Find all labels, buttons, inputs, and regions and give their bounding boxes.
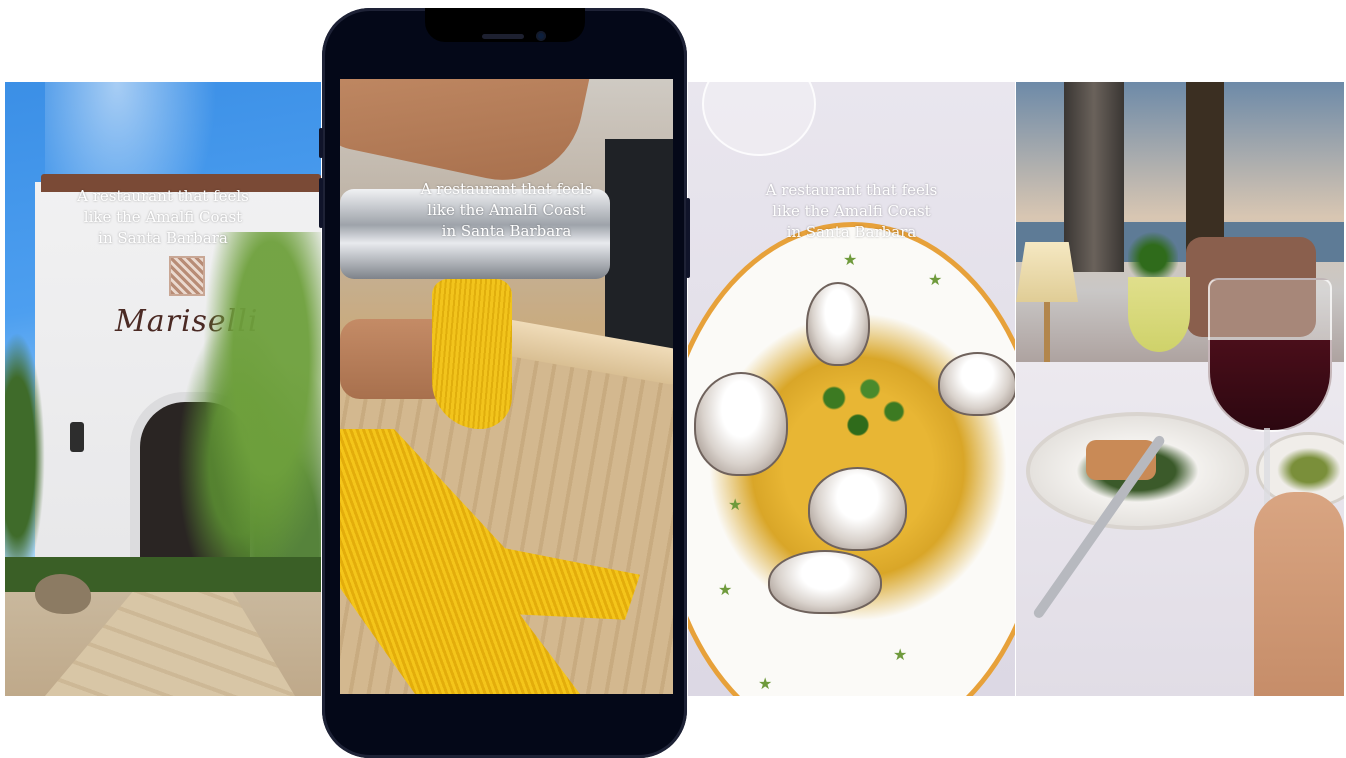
clam xyxy=(808,467,907,551)
mint-garnish xyxy=(1128,222,1178,282)
caption-line: in Santa Barbara xyxy=(786,223,917,241)
caption-line: like the Amalfi Coast xyxy=(83,208,243,226)
side-button xyxy=(686,198,690,278)
red-wine-glass xyxy=(1208,278,1332,432)
caption-overlay: A restaurant that feels like the Amalfi … xyxy=(5,186,321,249)
clam xyxy=(694,372,788,476)
wall-lamp xyxy=(70,422,84,452)
bush xyxy=(5,332,45,582)
clam xyxy=(806,282,870,366)
cabinet xyxy=(605,139,673,369)
camera-icon xyxy=(536,31,546,41)
cocktail-glass xyxy=(1128,277,1190,352)
photo-panel-exterior: Mariselli A restaurant that feels like t… xyxy=(5,82,321,696)
caption-overlay: A restaurant that feels like the Amalfi … xyxy=(340,179,673,242)
star-icon: ★ xyxy=(843,250,858,269)
star-icon: ★ xyxy=(928,270,943,289)
table-lamp xyxy=(1016,242,1078,302)
star-icon: ★ xyxy=(718,580,733,599)
caption-line: A restaurant that feels xyxy=(765,181,938,199)
boulder xyxy=(35,574,91,614)
clam xyxy=(768,550,882,614)
phone-mockup: A restaurant that feels like the Amalfi … xyxy=(319,8,690,758)
hanging-noodles xyxy=(432,279,512,429)
caption-line: A restaurant that feels xyxy=(77,187,249,205)
caption-line: A restaurant that feels xyxy=(420,180,593,198)
caption-line: in Santa Barbara xyxy=(441,222,572,240)
speaker-grille xyxy=(482,34,524,39)
star-icon: ★ xyxy=(758,674,773,693)
photo-panel-dinner-table xyxy=(1016,82,1344,696)
photo-panel-clams-pasta: ★ ★ ★ ★ ★ ★ A restaurant that feels like… xyxy=(688,82,1015,696)
side-button xyxy=(319,178,323,228)
patio-heater xyxy=(1064,82,1124,272)
side-button xyxy=(319,128,323,158)
herb-garnish xyxy=(798,362,918,452)
star-icon: ★ xyxy=(728,495,743,514)
star-icon: ★ xyxy=(893,645,908,664)
hand xyxy=(1254,492,1344,696)
arm xyxy=(340,79,590,195)
caption-line: in Santa Barbara xyxy=(98,229,228,247)
caption-line: like the Amalfi Coast xyxy=(427,201,586,219)
caption-line: like the Amalfi Coast xyxy=(772,202,931,220)
clam xyxy=(938,352,1015,416)
phone-screen-video[interactable]: A restaurant that feels like the Amalfi … xyxy=(340,79,673,694)
caption-overlay: A restaurant that feels like the Amalfi … xyxy=(688,180,1015,243)
